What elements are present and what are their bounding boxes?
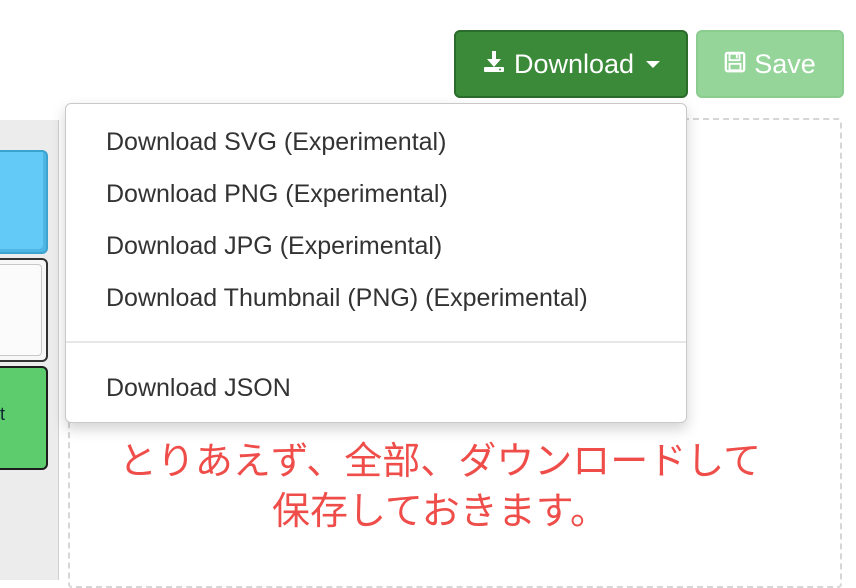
download-button[interactable]: Download (454, 30, 688, 98)
palette-block-label: t (0, 404, 6, 424)
menu-item-download-png[interactable]: Download PNG (Experimental) (106, 174, 448, 214)
palette-block-blue[interactable] (0, 150, 48, 254)
save-button[interactable]: Save (696, 30, 844, 98)
menu-item-download-svg[interactable]: Download SVG (Experimental) (106, 122, 446, 162)
download-button-label: Download (513, 48, 635, 79)
save-button-label: Save (754, 48, 816, 79)
chevron-down-icon (646, 60, 661, 68)
menu-item-download-jpg[interactable]: Download JPG (Experimental) (106, 226, 442, 266)
download-dropdown-menu: Download SVG (Experimental) Download PNG… (65, 103, 687, 423)
note-text: とりあえず、全部、ダウンロードして 保存しておきます。 (70, 436, 810, 536)
download-icon (482, 49, 506, 80)
palette-block-white[interactable] (0, 258, 48, 362)
note-line-2: 保存しておきます。 (272, 489, 608, 533)
menu-item-download-thumbnail[interactable]: Download Thumbnail (PNG) (Experimental) (106, 278, 588, 318)
note-line-1: とりあえず、全部、ダウンロードして (118, 439, 762, 483)
menu-divider (66, 341, 686, 343)
floppy-disk-icon (724, 49, 746, 80)
palette-block-green[interactable]: t (0, 366, 48, 470)
menu-item-download-json[interactable]: Download JSON (106, 368, 291, 408)
palette-block-inner (0, 264, 42, 356)
